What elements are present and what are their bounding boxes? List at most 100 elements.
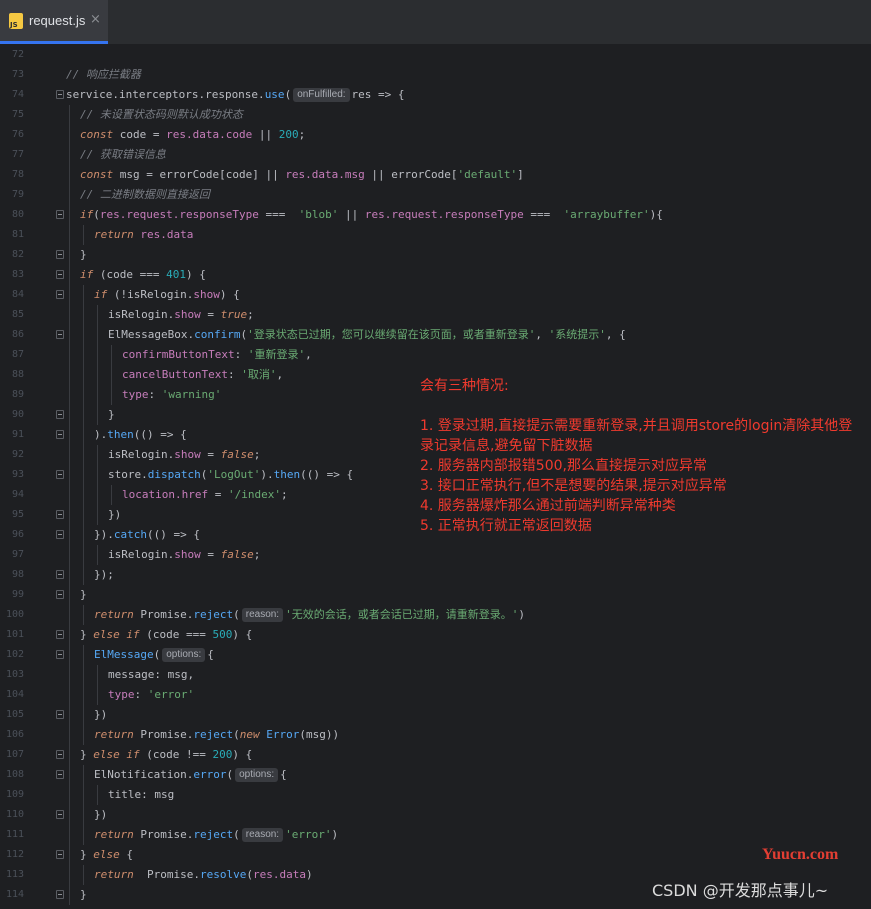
code-line[interactable]: 102 ElMessage(options:{	[0, 645, 871, 665]
line-number: 72	[11, 49, 24, 60]
code-line[interactable]: 84 if (!isRelogin.show) {	[0, 285, 871, 305]
code-line[interactable]: 75 // 未设置状态码则默认成功状态	[0, 105, 871, 125]
code-text: }	[80, 245, 87, 265]
indent-guide	[69, 165, 70, 185]
code-line[interactable]: 103 message: msg,	[0, 665, 871, 685]
line-number: 75	[11, 109, 24, 120]
code-token: new	[239, 728, 260, 741]
code-line[interactable]: 73 // 响应拦截器	[0, 65, 871, 85]
fold-marker-icon[interactable]	[56, 410, 64, 419]
code-token: =	[200, 448, 221, 461]
parameter-hint: reason:	[241, 828, 284, 842]
code-line[interactable]: 111 return Promise.reject(reason:'error')	[0, 825, 871, 845]
indent-guide	[69, 245, 70, 265]
code-line[interactable]: 107} else if (code !== 200) {	[0, 745, 871, 765]
code-token: (() => {	[300, 468, 354, 481]
fold-marker-icon[interactable]	[56, 710, 64, 719]
code-line[interactable]: 108 ElNotification.error(options:{	[0, 765, 871, 785]
fold-marker-icon[interactable]	[56, 290, 64, 299]
indent-guide	[83, 425, 84, 445]
fold-marker-icon[interactable]	[56, 250, 64, 259]
code-line[interactable]: 81 return res.data	[0, 225, 871, 245]
fold-marker-icon[interactable]	[56, 810, 64, 819]
indent-guide	[69, 425, 70, 445]
fold-marker-icon[interactable]	[56, 510, 64, 519]
fold-marker-icon[interactable]	[56, 650, 64, 659]
fold-marker-icon[interactable]	[56, 210, 64, 219]
code-line[interactable]: 110})	[0, 805, 871, 825]
fold-marker-icon[interactable]	[56, 470, 64, 479]
code-line[interactable]: 80 if(res.request.responseType === 'blob'…	[0, 205, 871, 225]
indent-guide	[83, 445, 84, 465]
code-token: Promise.	[133, 608, 194, 621]
line-number: 81	[11, 229, 24, 240]
line-number: 73	[11, 69, 24, 80]
code-line[interactable]: 104 type: 'error'	[0, 685, 871, 705]
fold-marker-icon[interactable]	[56, 270, 64, 279]
code-line[interactable]: 77 // 获取错误信息	[0, 145, 871, 165]
fold-marker-icon[interactable]	[56, 430, 64, 439]
close-icon[interactable]: ×	[90, 12, 101, 27]
tab-request-js[interactable]: request.js ×	[0, 0, 108, 44]
code-token: false	[220, 448, 254, 461]
indent-guide	[83, 665, 84, 685]
code-text: // 未设置状态码则默认成功状态	[80, 105, 243, 125]
fold-marker-icon[interactable]	[56, 530, 64, 539]
code-line[interactable]: 100 return Promise.reject(reason: '无效的会话，或…	[0, 605, 871, 625]
code-line[interactable]: 83 if (code === 401) {	[0, 265, 871, 285]
code-line[interactable]: 85 isRelogin.show = true;	[0, 305, 871, 325]
code-token: (() => {	[147, 528, 200, 541]
indent-guide	[83, 805, 84, 825]
code-token: ) {	[232, 748, 253, 761]
code-line[interactable]: 98});	[0, 565, 871, 585]
code-token: else	[93, 848, 120, 861]
annotation-item: 4. 服务器爆炸那么通过前端判断异常种类	[420, 498, 676, 514]
code-line[interactable]: 105})	[0, 705, 871, 725]
code-token: dispatch	[147, 468, 201, 481]
indent-guide	[69, 745, 70, 765]
fold-marker-icon[interactable]	[56, 330, 64, 339]
indent-guide	[69, 585, 70, 605]
indent-guide	[83, 765, 84, 785]
code-token: Promise.	[133, 828, 194, 841]
code-line[interactable]: 112} else {	[0, 845, 871, 865]
fold-marker-icon[interactable]	[56, 890, 64, 899]
line-number: 113	[5, 869, 24, 880]
code-line[interactable]: 76 const code = res.data.code || 200;	[0, 125, 871, 145]
code-token: ElNotification.	[94, 768, 194, 781]
code-line[interactable]: 78 const msg = errorCode[code] || res.dat…	[0, 165, 871, 185]
fold-marker-icon[interactable]	[56, 770, 64, 779]
code-line[interactable]: 97 isRelogin.show = false;	[0, 545, 871, 565]
fold-marker-icon[interactable]	[56, 590, 64, 599]
fold-marker-icon[interactable]	[56, 90, 64, 99]
fold-marker-icon[interactable]	[56, 570, 64, 579]
line-number: 87	[11, 349, 24, 360]
code-line[interactable]: 99}	[0, 585, 871, 605]
code-token: res.data	[140, 228, 194, 241]
code-line[interactable]: 82}	[0, 245, 871, 265]
indent-guide	[69, 545, 70, 565]
code-token: =	[200, 308, 221, 321]
code-token: catch	[113, 528, 147, 541]
fold-marker-icon[interactable]	[56, 850, 64, 859]
fold-marker-icon[interactable]	[56, 750, 64, 759]
author-watermark: CSDN @开发那点事儿~	[652, 881, 829, 900]
fold-marker-icon[interactable]	[56, 630, 64, 639]
indent-guide	[83, 225, 84, 245]
indent-guide	[97, 385, 98, 405]
code-line[interactable]: 79 // 二进制数据则直接返回	[0, 185, 871, 205]
code-line[interactable]: 86 ElMessageBox.confirm('登录状态已过期，您可以继续留在该…	[0, 325, 871, 345]
code-line[interactable]: 106 return Promise.reject(new Error(msg))	[0, 725, 871, 745]
code-line[interactable]: 109 title: msg	[0, 785, 871, 805]
code-line[interactable]: 101} else if (code === 500) {	[0, 625, 871, 645]
code-text: type: 'error'	[108, 685, 194, 705]
code-line[interactable]: 87 confirmButtonText: '重新登录',	[0, 345, 871, 365]
code-line[interactable]: 72	[0, 45, 871, 65]
parameter-hint: options:	[162, 648, 206, 662]
code-token: res.data.msg	[285, 168, 365, 181]
code-line[interactable]: 74 service.interceptors.response.use(onFu…	[0, 85, 871, 105]
code-text: ElNotification.error(options:{	[94, 765, 287, 785]
code-token: });	[94, 568, 114, 581]
indent-guide	[97, 405, 98, 425]
indent-guide	[69, 105, 70, 125]
